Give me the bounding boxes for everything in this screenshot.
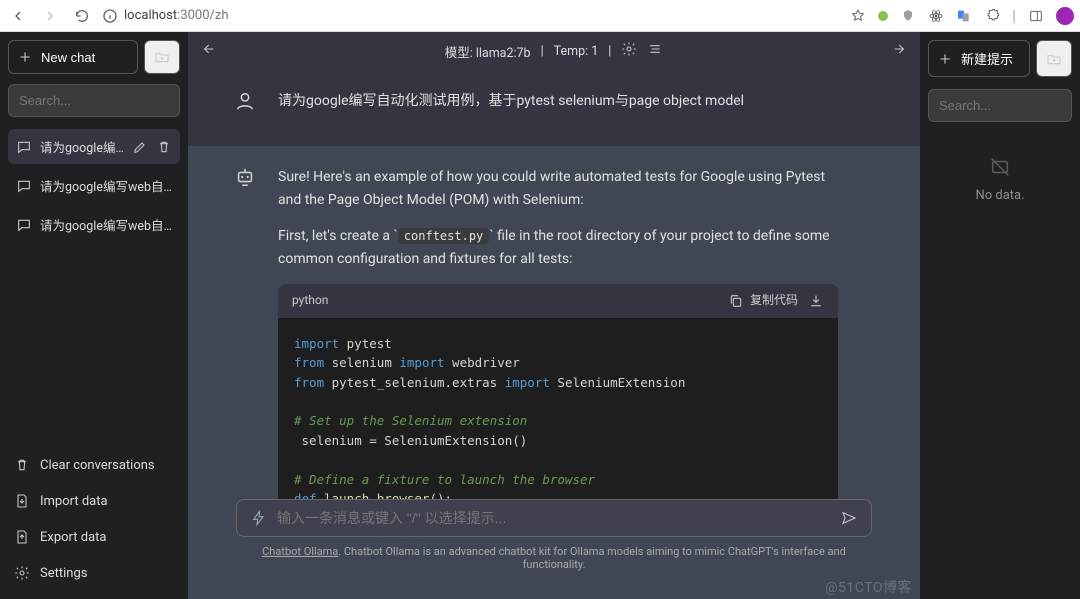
download-icon[interactable] <box>808 293 824 309</box>
chat-item-1[interactable]: 请为google编写web自动化测... <box>8 168 180 203</box>
new-prompt-folder-button[interactable] <box>1036 40 1072 77</box>
user-message: 请为google编写自动化测试用例，基于pytest selenium与page… <box>188 70 920 146</box>
footer-text: . Chatbot Ollama is an advanced chatbot … <box>338 545 846 571</box>
collapse-left-icon[interactable] <box>200 41 216 61</box>
chat-list: 请为google编写自动化... 请为google编写web自动化测... 请为… <box>8 129 180 242</box>
chat-item-2[interactable]: 请为google编写web自动化测... <box>8 207 180 242</box>
topbar: 模型: llama2:7b | Temp: 1 | <box>188 32 920 70</box>
no-data-label: No data. <box>928 188 1072 203</box>
message-icon <box>16 178 32 194</box>
user-avatar-icon <box>232 90 258 116</box>
chat-title: 请为google编写web自动化测... <box>40 215 172 234</box>
new-folder-button[interactable] <box>144 40 180 74</box>
footer-note: Chatbot Ollama. Chatbot Ollama is an adv… <box>236 545 872 571</box>
no-data-icon <box>989 156 1011 178</box>
gear-icon <box>14 565 30 581</box>
plus-icon <box>17 49 33 65</box>
new-folder-icon <box>1046 51 1062 67</box>
browser-extensions: | <box>850 6 1074 25</box>
browser-back-button[interactable] <box>6 4 30 28</box>
message-icon <box>16 139 32 155</box>
profile-avatar[interactable] <box>1056 7 1074 25</box>
new-chat-button[interactable]: New chat <box>8 40 138 74</box>
left-sidebar: New chat 请为google编写自动化... 请为google编写web自… <box>0 32 188 599</box>
message-input-box <box>236 499 872 537</box>
import-data-label: Import data <box>40 494 108 509</box>
clear-conversations-button[interactable]: Clear conversations <box>8 447 180 483</box>
trash-icon[interactable] <box>156 139 172 155</box>
new-folder-icon <box>154 49 170 65</box>
app-root: New chat 请为google编写自动化... 请为google编写web自… <box>0 32 1080 599</box>
export-icon <box>14 529 30 545</box>
message-input[interactable] <box>277 510 831 526</box>
settings-button[interactable]: Settings <box>8 555 180 591</box>
puzzle-icon[interactable] <box>984 8 1000 24</box>
send-icon[interactable] <box>841 510 857 526</box>
import-icon <box>14 493 30 509</box>
browser-reload-button[interactable] <box>70 4 94 28</box>
search-prompts-input[interactable] <box>928 89 1072 122</box>
temp-label: Temp: 1 <box>554 44 599 59</box>
message-icon <box>16 217 32 233</box>
url-host: localhost <box>124 8 177 23</box>
new-chat-label: New chat <box>41 50 95 65</box>
brave-icon[interactable] <box>900 8 916 24</box>
search-chats-input[interactable] <box>8 84 180 117</box>
export-data-label: Export data <box>40 530 106 545</box>
sidepanel-icon[interactable] <box>1028 8 1044 24</box>
import-data-button[interactable]: Import data <box>8 483 180 519</box>
code-lang-label: python <box>292 291 328 310</box>
user-text: 请为google编写自动化测试用例，基于pytest selenium与page… <box>278 90 744 112</box>
info-icon <box>102 8 118 24</box>
edit-icon[interactable] <box>132 139 148 155</box>
browser-toolbar: localhost:3000/zh | <box>0 0 1080 32</box>
plus-icon <box>937 51 953 67</box>
extension-dot-icon[interactable] <box>878 11 888 21</box>
copy-icon <box>728 293 744 309</box>
settings-label: Settings <box>40 566 87 581</box>
url-path: :3000/zh <box>177 8 228 23</box>
topbar-list-icon[interactable] <box>647 41 663 61</box>
new-prompt-button[interactable]: 新建提示 <box>928 40 1030 77</box>
browser-forward-button[interactable] <box>38 4 62 28</box>
model-label: 模型: llama2:7b <box>445 42 531 61</box>
topbar-gear-icon[interactable] <box>621 41 637 61</box>
chat-title: 请为google编写web自动化测... <box>40 176 172 195</box>
clear-conversations-label: Clear conversations <box>40 458 155 473</box>
prompt-icon[interactable] <box>251 510 267 526</box>
chat-item-0[interactable]: 请为google编写自动化... <box>8 129 180 164</box>
assistant-p2: First, let's create a `conftest.py` file… <box>278 225 838 270</box>
bot-avatar-icon <box>232 166 258 192</box>
address-bar[interactable]: localhost:3000/zh <box>102 8 229 24</box>
input-area: Chatbot Ollama. Chatbot Ollama is an adv… <box>188 499 920 599</box>
chat-title: 请为google编写自动化... <box>40 137 124 156</box>
trash-icon <box>14 457 30 473</box>
react-devtools-icon[interactable] <box>928 8 944 24</box>
no-data-panel: No data. <box>928 156 1072 203</box>
assistant-p1: Sure! Here's an example of how you could… <box>278 166 838 211</box>
export-data-button[interactable]: Export data <box>8 519 180 555</box>
collapse-right-icon[interactable] <box>892 41 908 61</box>
star-icon[interactable] <box>850 8 866 24</box>
copy-code-button[interactable]: 复制代码 <box>728 291 798 310</box>
new-prompt-label: 新建提示 <box>961 49 1013 68</box>
right-sidebar: 新建提示 No data. <box>920 32 1080 599</box>
footer-link[interactable]: Chatbot Ollama <box>262 545 338 558</box>
translate-icon[interactable] <box>956 8 972 24</box>
main-panel: 模型: llama2:7b | Temp: 1 | 请为google编写自动化测… <box>188 32 920 599</box>
